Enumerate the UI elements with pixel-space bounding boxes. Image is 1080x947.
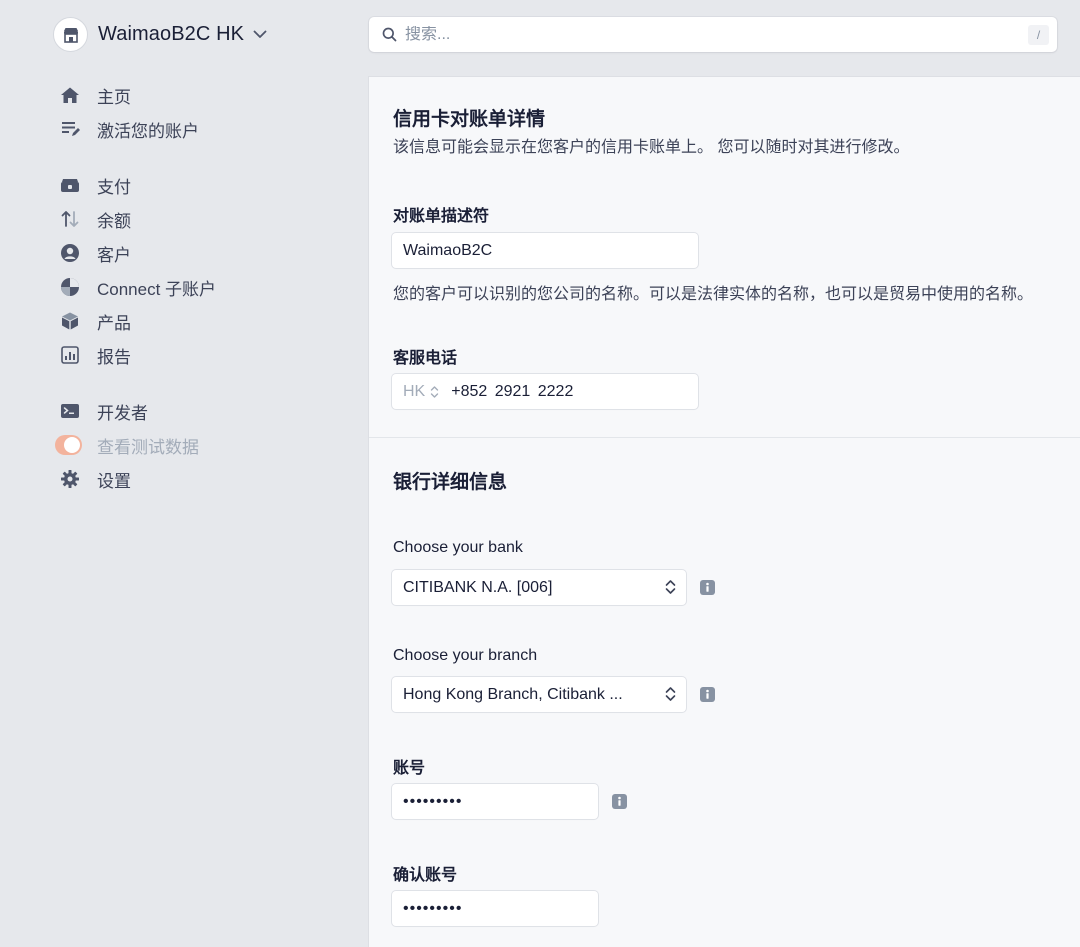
sidebar-item-label: 客户 bbox=[97, 245, 131, 265]
info-icon[interactable] bbox=[612, 794, 627, 809]
sidebar-item-payments[interactable]: 支付 bbox=[58, 168, 348, 202]
nav-group-main: 主页 激活您的账户 bbox=[58, 78, 348, 146]
terminal-icon bbox=[58, 399, 82, 423]
info-icon[interactable] bbox=[700, 687, 715, 702]
sidebar-item-label: 设置 bbox=[97, 471, 131, 491]
bank-label: Choose your bank bbox=[393, 539, 523, 556]
sidebar-item-label: 激活您的账户 bbox=[97, 121, 199, 141]
balances-icon bbox=[58, 207, 82, 231]
phone-label: 客服电话 bbox=[393, 350, 458, 367]
info-icon[interactable] bbox=[700, 580, 715, 595]
sidebar-item-label: 报告 bbox=[97, 347, 131, 367]
sidebar-item-balances[interactable]: 余额 bbox=[58, 202, 348, 236]
descriptor-label: 对账单描述符 bbox=[393, 208, 490, 225]
products-icon bbox=[58, 309, 82, 333]
sidebar-item-reports[interactable]: 报告 bbox=[58, 338, 348, 372]
sidebar-item-settings[interactable]: 设置 bbox=[58, 462, 348, 496]
payments-icon bbox=[58, 173, 82, 197]
account-number-input[interactable]: ••••••••• bbox=[392, 784, 598, 819]
sidebar-item-label: 查看测试数据 bbox=[97, 437, 199, 457]
chevron-updown-icon bbox=[665, 686, 676, 702]
sidebar-item-developers[interactable]: 开发者 bbox=[58, 394, 348, 428]
sidebar: 主页 激活您的账户 支付 余额 客户 Connect 子账户 产品 报告 开发者… bbox=[55, 78, 348, 518]
bank-select[interactable]: CITIBANK N.A. [006] bbox=[392, 570, 686, 605]
connect-icon bbox=[58, 275, 82, 299]
branch-label: Choose your branch bbox=[393, 647, 538, 664]
test-data-toggle[interactable] bbox=[55, 435, 82, 455]
gear-icon bbox=[58, 467, 82, 491]
sidebar-item-test-data[interactable]: 查看测试数据 bbox=[55, 428, 348, 462]
descriptor-input[interactable]: WaimaoB2C bbox=[392, 233, 698, 268]
store-icon bbox=[53, 17, 88, 52]
descriptor-value: WaimaoB2C bbox=[403, 241, 493, 259]
reports-icon bbox=[58, 343, 82, 367]
sidebar-item-label: 支付 bbox=[97, 177, 131, 197]
sidebar-item-activate[interactable]: 激活您的账户 bbox=[58, 112, 348, 146]
bank-select-value: CITIBANK N.A. [006] bbox=[403, 578, 553, 596]
sidebar-item-label: 开发者 bbox=[97, 403, 148, 423]
sidebar-item-label: 主页 bbox=[97, 87, 131, 107]
branch-select-value: Hong Kong Branch, Citibank ... bbox=[403, 685, 623, 703]
account-number-value: ••••••••• bbox=[403, 792, 463, 810]
phone-country-code: HK bbox=[403, 382, 426, 400]
statement-section-description: 该信息可能会显示在您客户的信用卡账单上。 您可以随时对其进行修改。 bbox=[393, 139, 910, 156]
sidebar-item-products[interactable]: 产品 bbox=[58, 304, 348, 338]
search-shortcut-key: / bbox=[1028, 25, 1049, 45]
chevron-down-icon bbox=[253, 30, 267, 39]
search-input[interactable] bbox=[405, 25, 1005, 44]
activate-account-icon bbox=[58, 117, 82, 141]
sidebar-item-label: Connect 子账户 bbox=[97, 279, 217, 299]
statement-section-title: 信用卡对账单详情 bbox=[393, 109, 546, 130]
nav-group-business: 支付 余额 客户 Connect 子账户 产品 报告 bbox=[58, 168, 348, 372]
chevron-updown-icon bbox=[665, 579, 676, 595]
account-name: WaimaoB2C HK bbox=[98, 23, 245, 45]
bank-section-title: 银行详细信息 bbox=[393, 472, 508, 493]
sidebar-item-label: 余额 bbox=[97, 211, 131, 231]
nav-group-dev: 开发者 查看测试数据 设置 bbox=[55, 394, 348, 496]
search-bar[interactable]: / bbox=[369, 17, 1057, 52]
phone-input[interactable]: HK +852 2921 2222 bbox=[392, 374, 698, 409]
confirm-account-value: ••••••••• bbox=[403, 899, 463, 917]
phone-country-select[interactable]: HK bbox=[403, 383, 439, 401]
phone-number: +852 2921 2222 bbox=[451, 382, 574, 400]
toggle-wrapper bbox=[55, 433, 82, 457]
sidebar-item-connect[interactable]: Connect 子账户 bbox=[58, 270, 348, 304]
account-switcher[interactable]: WaimaoB2C HK bbox=[53, 17, 267, 52]
home-icon bbox=[58, 83, 82, 107]
search-icon bbox=[382, 27, 397, 42]
confirm-account-input[interactable]: ••••••••• bbox=[392, 891, 598, 926]
customers-icon bbox=[58, 241, 82, 265]
settings-panel: 信用卡对账单详情 该信息可能会显示在您客户的信用卡账单上。 您可以随时对其进行修… bbox=[369, 77, 1080, 947]
section-divider bbox=[369, 437, 1080, 438]
sidebar-item-home[interactable]: 主页 bbox=[58, 78, 348, 112]
descriptor-help-text: 您的客户可以识别的您公司的名称。可以是法律实体的名称，也可以是贸易中使用的名称。 bbox=[393, 286, 1034, 303]
branch-select[interactable]: Hong Kong Branch, Citibank ... bbox=[392, 677, 686, 712]
chevron-updown-icon bbox=[430, 385, 439, 399]
confirm-account-label: 确认账号 bbox=[393, 867, 458, 884]
sidebar-item-customers[interactable]: 客户 bbox=[58, 236, 348, 270]
account-number-label: 账号 bbox=[393, 760, 426, 777]
sidebar-item-label: 产品 bbox=[97, 313, 131, 333]
